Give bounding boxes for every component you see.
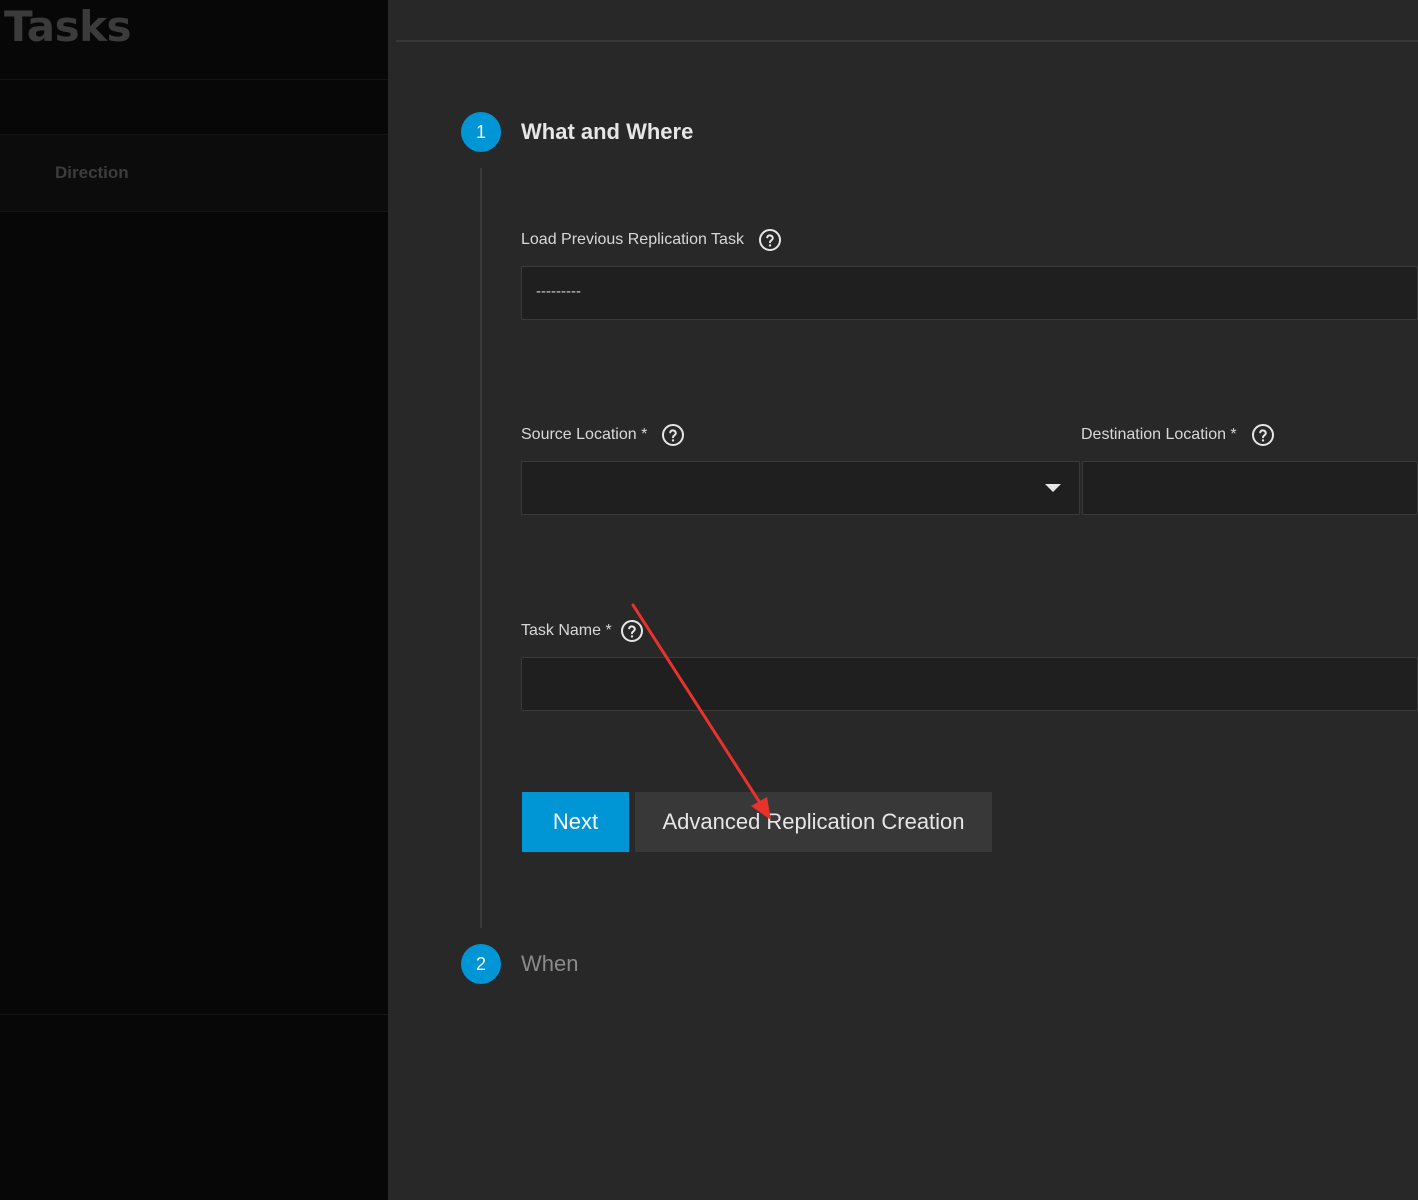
destination-location-select[interactable] <box>1082 461 1418 515</box>
question-circle-icon[interactable] <box>661 423 685 447</box>
chevron-down-icon <box>1045 484 1061 492</box>
next-button[interactable]: Next <box>522 792 629 852</box>
question-circle-icon[interactable] <box>620 619 644 643</box>
background-table-header: Direction <box>0 134 388 212</box>
load-previous-label: Load Previous Replication Task <box>521 228 782 252</box>
task-name-label: Task Name * <box>521 619 644 643</box>
question-circle-icon[interactable] <box>758 228 782 252</box>
page-title: Tasks <box>4 2 132 51</box>
load-previous-label-text: Load Previous Replication Task <box>521 231 744 248</box>
source-location-select[interactable] <box>521 461 1080 515</box>
task-name-input[interactable] <box>521 657 1418 711</box>
step-2-indicator[interactable]: 2 <box>461 944 501 984</box>
step-1-title[interactable]: What and Where <box>521 119 693 145</box>
load-previous-value: --------- <box>536 283 581 300</box>
column-header-direction: Direction <box>55 163 129 182</box>
destination-location-label-text: Destination Location * <box>1081 426 1237 443</box>
step-connector-line <box>480 168 482 928</box>
source-location-label: Source Location * <box>521 423 685 447</box>
background-toolbar-row <box>0 79 388 134</box>
destination-location-label: Destination Location * <box>1081 423 1275 447</box>
load-previous-select[interactable]: --------- <box>521 266 1418 320</box>
source-location-label-text: Source Location * <box>521 426 648 443</box>
background-divider <box>0 1014 388 1015</box>
step-1-indicator[interactable]: 1 <box>461 112 501 152</box>
step-2-title[interactable]: When <box>521 951 578 977</box>
advanced-replication-creation-button[interactable]: Advanced Replication Creation <box>635 792 992 852</box>
replication-wizard-panel: 1 What and Where Load Previous Replicati… <box>388 0 1418 1200</box>
background-page: Tasks Direction <box>0 0 388 1200</box>
question-circle-icon[interactable] <box>1251 423 1275 447</box>
panel-header-divider <box>396 40 1418 42</box>
task-name-label-text: Task Name * <box>521 622 612 639</box>
